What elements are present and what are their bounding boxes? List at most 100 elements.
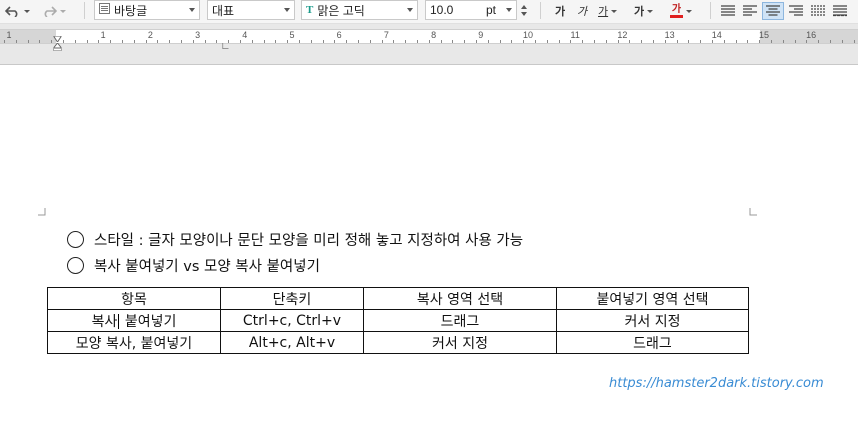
table-row: 복사 붙여넣기 Ctrl+c, Ctrl+v 드래그 커서 지정 [47, 309, 749, 332]
ruler-number: 10 [522, 30, 534, 40]
style-select[interactable]: 바탕글 [94, 0, 200, 20]
ruler-tick [98, 40, 99, 43]
chevron-up-icon [521, 5, 527, 9]
ruler-tick [417, 40, 418, 43]
bold-button[interactable]: 가 [555, 2, 565, 20]
ruler-tick [570, 40, 571, 43]
left-indent-marker[interactable] [52, 36, 63, 52]
table-cell[interactable]: Ctrl+c, Ctrl+v [220, 309, 364, 332]
ruler-tick [382, 40, 383, 43]
table-cell[interactable]: 커서 지정 [556, 309, 749, 332]
ruler-tick [606, 40, 607, 43]
ruler-tick [157, 40, 158, 43]
align-right-icon [789, 5, 803, 17]
align-center-button[interactable] [762, 2, 784, 20]
align-left-button[interactable] [740, 2, 760, 20]
ruler-tick [287, 40, 288, 43]
font-language-select[interactable]: 대표 [207, 0, 295, 20]
ruler-tick [736, 40, 737, 43]
redo-icon [41, 5, 57, 17]
ruler-number: 6 [336, 30, 342, 40]
table-cell[interactable]: 커서 지정 [363, 331, 557, 354]
distribute-button[interactable] [808, 2, 828, 20]
ruler-tick [252, 40, 253, 43]
font-size-stepper[interactable] [518, 1, 530, 20]
chevron-down-icon [189, 8, 195, 12]
table-header-cell[interactable]: 붙여넣기 영역 선택 [556, 287, 749, 310]
ruler-tick [476, 40, 477, 43]
ruler-number: 8 [431, 30, 437, 40]
toolbar-separator [540, 2, 541, 19]
strikethrough-button[interactable]: 가 [634, 2, 654, 20]
ruler-tick [818, 40, 819, 43]
toolbar-separator [84, 2, 85, 19]
ruler-tick [677, 40, 678, 43]
align-right-button[interactable] [786, 2, 806, 20]
redo-button[interactable] [41, 2, 66, 20]
font-size-select[interactable]: 10.0 pt [425, 0, 517, 20]
font-color-button[interactable]: 가 [670, 2, 692, 20]
ruler-tick [264, 40, 265, 43]
redo-dropdown-icon [59, 9, 66, 13]
paragraph-copy-heading: 복사 붙여넣기 vs 모양 복사 붙여넣기 [67, 255, 320, 276]
table-cell[interactable]: Alt+c, Alt+v [220, 331, 364, 354]
ruler-tick [653, 40, 654, 43]
ruler-tick [830, 40, 831, 43]
ruler-number: 12 [617, 30, 628, 40]
ruler-tick [75, 40, 76, 43]
ruler-number: 14 [711, 30, 722, 40]
ruler-tick [323, 40, 324, 43]
strike-label: 가 [634, 5, 645, 18]
table-cell-with-cursor[interactable]: 복사 붙여넣기 [47, 309, 221, 332]
horizontal-ruler[interactable]: 1 1 2 3 4 5 6 7 8 9 10 11 12 13 14 15 16 [0, 27, 858, 52]
table-cell[interactable]: 모양 복사, 붙여넣기 [47, 331, 221, 354]
ruler-tick [500, 40, 501, 43]
chevron-down-icon [686, 9, 692, 13]
font-language-value: 대표 [212, 3, 235, 18]
ruler-tick [700, 40, 701, 43]
toolbar-separator [710, 2, 711, 19]
table-header-cell[interactable]: 항목 [47, 287, 221, 310]
split-distribute-button[interactable] [830, 2, 850, 20]
ruler-tick [629, 40, 630, 43]
ruler-tick [724, 40, 725, 43]
page-corner-marker [749, 208, 757, 216]
table-header-row: 항목 단축키 복사 영역 선택 붙여넣기 영역 선택 [47, 287, 749, 310]
table-header-cell[interactable]: 복사 영역 선택 [363, 287, 557, 310]
font-name-value: 맑은 고딕 [317, 3, 365, 18]
table-cell[interactable]: 드래그 [363, 309, 557, 332]
ruler-tick [783, 40, 784, 43]
table-cell[interactable]: 드래그 [556, 331, 749, 354]
ruler-tick [429, 40, 430, 43]
ruler-tick [28, 40, 29, 43]
align-justify-button[interactable] [718, 2, 738, 20]
ruler-tick [16, 40, 17, 43]
ruler-tick [712, 40, 713, 43]
table-header-cell[interactable]: 단축키 [220, 287, 364, 310]
truetype-font-icon: T [306, 4, 314, 16]
ruler-tick [4, 40, 5, 43]
ruler-tick [393, 40, 394, 43]
ruler-tick [464, 40, 465, 43]
ruler-tick [346, 40, 347, 43]
tab-marker[interactable] [221, 34, 229, 50]
font-color-label: 가 [671, 4, 682, 15]
font-color-swatch: 가 [670, 4, 683, 18]
align-justify-icon [721, 5, 735, 17]
document-page[interactable]: 스타일 : 글자 모양이나 문단 모양을 미리 정해 놓고 지정하여 사용 가능… [0, 66, 858, 437]
chevron-down-icon [506, 8, 512, 12]
ruler-tick [842, 40, 843, 43]
ruler-tick [134, 40, 135, 43]
first-line-indent-marker[interactable] [52, 27, 63, 43]
ruler-tick [771, 40, 772, 43]
ruler-tick [240, 40, 241, 43]
underline-button[interactable]: 가 [598, 2, 618, 20]
paragraph-text: 복사 붙여넣기 vs 모양 복사 붙여넣기 [94, 259, 320, 275]
italic-button[interactable]: 가 [577, 2, 587, 20]
font-name-select[interactable]: T 맑은 고딕 [301, 0, 418, 20]
undo-button[interactable] [4, 2, 30, 20]
ruler-tick [405, 40, 406, 43]
ruler-number: 13 [664, 30, 675, 40]
ruler-number: 4 [242, 30, 248, 40]
ruler-tick [216, 40, 217, 43]
